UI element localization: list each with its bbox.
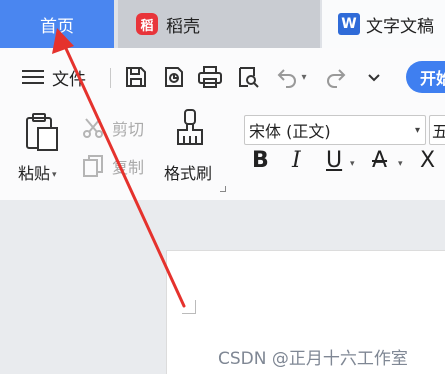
file-menu-label: 文件 (52, 69, 86, 90)
export-icon (165, 67, 183, 87)
save-button[interactable] (122, 62, 150, 92)
italic-button[interactable]: I (292, 148, 301, 173)
paste-chevron-icon: ▾ (52, 169, 57, 180)
underline-dropdown-icon[interactable]: ▾ (350, 159, 355, 169)
print-preview-button[interactable] (234, 62, 262, 92)
font-family-chevron-icon: ▾ (414, 124, 420, 136)
printer-icon (198, 66, 222, 88)
copy-label: 复制 (112, 158, 145, 177)
writer-logo-icon: W (338, 13, 360, 35)
undo-dropdown-icon[interactable]: ▾ (301, 72, 306, 83)
font-family-value: 宋体 (正文) (249, 122, 331, 141)
superscript-button[interactable]: X (420, 148, 435, 173)
undo-icon (278, 69, 297, 88)
file-menu-button[interactable]: 文件 (22, 62, 86, 92)
copy-button[interactable]: 复制 (82, 154, 144, 178)
underline-button[interactable]: U (326, 148, 342, 173)
tab-daoke[interactable]: 稻 稻壳 (118, 0, 320, 48)
bold-button[interactable]: B (252, 148, 269, 173)
print-button[interactable] (196, 62, 224, 92)
toolbar-divider (110, 68, 111, 88)
cut-button[interactable]: 剪切 (82, 116, 144, 140)
format-painter-label: 格式刷 (164, 164, 213, 183)
tab-home-label: 首页 (40, 16, 74, 37)
tab-start-label: 开始 (420, 69, 445, 88)
export-button[interactable] (160, 62, 188, 92)
redo-button[interactable] (322, 62, 350, 92)
brush-icon (177, 109, 203, 145)
strikethrough-button[interactable]: A (372, 148, 387, 173)
tab-home[interactable]: 首页 (0, 0, 114, 48)
print-preview-icon (239, 67, 259, 88)
redo-icon (327, 69, 346, 88)
chevron-down-icon (368, 74, 380, 82)
font-settings-launcher-icon[interactable] (220, 186, 226, 192)
tab-document[interactable]: W 文字文稿 (322, 0, 445, 48)
save-icon (126, 67, 146, 87)
tab-document-label: 文字文稿 (366, 16, 434, 37)
format-painter-button[interactable] (174, 108, 206, 152)
paste-dropdown[interactable]: 粘贴 ▾ (18, 160, 57, 184)
menu-icon (22, 70, 44, 84)
clipboard-icon (26, 113, 58, 151)
customize-toolbar-button[interactable] (364, 62, 384, 92)
font-family-select[interactable]: 宋体 (正文) ▾ (244, 115, 426, 145)
paste-label: 粘贴 (18, 164, 51, 183)
tab-start[interactable]: 开始 (406, 61, 445, 93)
scissors-icon (83, 118, 103, 138)
paste-button[interactable] (24, 112, 60, 152)
cut-label: 剪切 (112, 120, 145, 139)
strikethrough-dropdown-icon[interactable]: ▾ (398, 159, 403, 169)
font-size-value: 五 (432, 118, 445, 142)
undo-button[interactable]: ▾ (270, 62, 312, 92)
font-size-select[interactable]: 五 (429, 115, 445, 145)
watermark: CSDN @正月十六工作室 (218, 349, 408, 369)
tab-bar: 首页 稻 稻壳 W 文字文稿 (0, 0, 445, 48)
daoke-logo-icon: 稻 (136, 13, 158, 35)
quick-toolbar: 文件 ▾ 开始 (0, 48, 445, 106)
tab-daoke-label: 稻壳 (166, 16, 200, 37)
copy-icon (83, 155, 103, 177)
page-margin-marker (182, 300, 196, 314)
